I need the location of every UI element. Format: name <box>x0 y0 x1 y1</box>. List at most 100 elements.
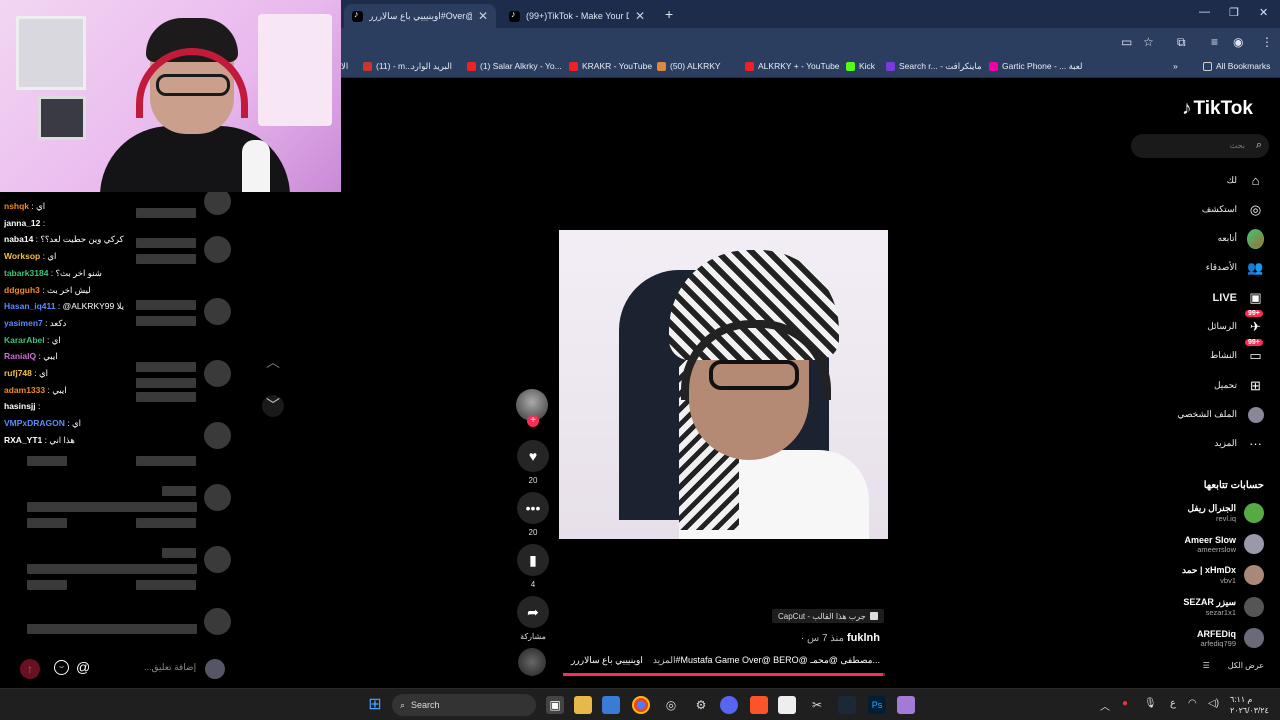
store-icon[interactable] <box>602 696 620 714</box>
app-icon[interactable] <box>778 696 796 714</box>
minimize-icon[interactable]: — <box>1199 6 1210 18</box>
search-input[interactable]: بحث ⌕ <box>1131 134 1269 158</box>
mention-button[interactable]: @ <box>76 659 90 675</box>
tab-search-icon[interactable]: ≡ <box>1211 35 1218 49</box>
close-tab-icon[interactable]: ✕ <box>635 9 645 23</box>
profile-icon[interactable]: ◉ <box>1233 35 1243 49</box>
chat-username[interactable]: rufj748 <box>4 368 32 378</box>
next-video-icon[interactable]: ﹀ <box>262 395 284 417</box>
steam-icon[interactable] <box>838 696 856 714</box>
maximize-icon[interactable]: ❐ <box>1229 6 1239 19</box>
settings-icon[interactable]: ⚙ <box>692 696 710 714</box>
sidebar-item-activity[interactable]: النشاط ▭ 99+ <box>1210 339 1264 364</box>
sidebar-item-compass[interactable]: استكشف ◎ <box>1202 201 1264 218</box>
capcut-app-icon[interactable]: ✂ <box>808 696 826 714</box>
clock[interactable]: م ٦:١١ ٢٠٢٦/٠٣/٢٤ <box>1230 694 1269 716</box>
file-explorer-icon[interactable] <box>574 696 592 714</box>
following-account[interactable]: ARFEDiq arfediq799 <box>1197 628 1264 648</box>
language-indicator[interactable]: ع <box>1170 698 1176 709</box>
chrome-icon[interactable] <box>632 696 650 714</box>
chat-username[interactable]: naba14 <box>4 234 33 244</box>
obs-icon[interactable]: ◎ <box>662 696 680 714</box>
chat-username[interactable]: KararAbel <box>4 335 45 345</box>
sidebar-item-following-avatar[interactable]: أتابعه <box>1218 228 1264 249</box>
bookmark-star-icon[interactable]: ☆ <box>1143 35 1154 49</box>
task-view-icon[interactable]: ▣ <box>546 696 564 714</box>
chat-username[interactable]: VMPxDRAGON <box>4 418 65 428</box>
windows-start-icon[interactable]: ⊞ <box>366 696 384 714</box>
following-account[interactable]: SEZAR سيزر sezar1x1 <box>1183 597 1264 617</box>
sidebar-item-live[interactable]: LIVE ▣ <box>1213 289 1264 306</box>
bookmark-item[interactable]: Kick <box>846 61 875 71</box>
tab-tiktok[interactable]: (99+)TikTok - Make Your Day ✕ <box>501 4 653 28</box>
sidebar-item-more[interactable]: المزيد ··· <box>1214 435 1264 452</box>
bookmark-item[interactable]: Search r... - ماينكرافت <box>886 61 982 72</box>
menu-icon[interactable]: ⋮ <box>1261 35 1273 49</box>
chat-username[interactable]: RaniaIQ <box>4 351 36 361</box>
bookmark-item[interactable]: Gartic Phone - ... لعبة <box>989 61 1082 72</box>
comment-input[interactable]: ...إضافة تعليق <box>144 662 196 673</box>
following-account[interactable]: الجنرال ريفل revl.iq <box>1188 503 1264 523</box>
app-icon[interactable] <box>897 696 915 714</box>
tray-chevron-icon[interactable]: ︿ <box>1100 698 1110 713</box>
extensions-icon[interactable]: ⧉ <box>1177 35 1186 50</box>
like-button[interactable]: ♥ 20 <box>517 440 549 485</box>
video-player[interactable] <box>559 230 888 539</box>
follow-plus-icon[interactable]: + <box>527 415 539 427</box>
bookmark-item[interactable]: البريد الوارد <box>411 61 452 72</box>
save-button[interactable]: ▮ 4 <box>517 544 549 589</box>
video-progress-bar[interactable] <box>563 673 885 676</box>
send-icon[interactable]: ↑ <box>20 659 40 679</box>
bookmark-item[interactable]: الا <box>341 61 348 72</box>
emoji-icon[interactable]: ⌣ <box>54 660 69 675</box>
chat-username[interactable]: hasinsjj <box>4 401 36 411</box>
bookmark-item[interactable]: (1) Salar Alkrky - Yo... <box>467 61 562 71</box>
bookmark-item[interactable]: ALKRKY + - YouTube <box>745 61 840 71</box>
cast-icon[interactable]: ▭ <box>1121 35 1132 49</box>
mic-icon[interactable]: 🎙 <box>1144 698 1157 709</box>
previous-video-icon[interactable]: ︿ <box>262 352 284 374</box>
close-tab-icon[interactable]: ✕ <box>478 9 488 23</box>
following-account[interactable]: Ameer Slow ameerrslow <box>1184 534 1264 554</box>
tiktok-logo[interactable]: ♪ TikTok <box>1182 98 1253 120</box>
volume-icon[interactable]: ◁) <box>1208 698 1219 709</box>
new-tab-icon[interactable]: + <box>665 6 673 22</box>
wifi-icon[interactable]: ◠ <box>1188 698 1197 709</box>
sidebar-item-friends[interactable]: الأصدقاء 👥 <box>1206 259 1264 276</box>
see-all-link[interactable]: ☰ عرض الكل <box>1203 661 1264 670</box>
comment-button[interactable]: ••• 20 <box>517 492 549 537</box>
bookmark-item[interactable]: KRAKR - YouTube <box>569 61 652 71</box>
search-icon[interactable]: ⌕ <box>1256 139 1262 152</box>
close-window-icon[interactable]: ✕ <box>1259 6 1268 19</box>
brave-icon[interactable] <box>750 696 768 714</box>
author-name[interactable]: fuklnh <box>847 632 880 644</box>
photoshop-icon[interactable]: Ps <box>868 696 886 714</box>
discord-icon[interactable] <box>720 696 738 714</box>
taskbar-search[interactable]: ⌕ Search <box>392 694 536 716</box>
chat-username[interactable]: RXA_YT1 <box>4 435 42 445</box>
video-author[interactable]: · منذ 7 س fuklnh <box>700 632 880 644</box>
capcut-template-link[interactable]: CapCut - جرب هذا القالب <box>772 609 884 623</box>
bookmark-item[interactable]: (11) - m... <box>363 61 412 71</box>
sidebar-item-profile[interactable]: الملف الشخصي <box>1177 406 1264 423</box>
chat-username[interactable]: Worksop <box>4 251 40 261</box>
chat-username[interactable]: ddgguh3 <box>4 285 40 295</box>
more-link[interactable]: المزيد <box>653 655 676 665</box>
bookmark-item[interactable]: (50) ALKRKY <box>657 61 721 71</box>
chat-username[interactable]: adam1333 <box>4 385 45 395</box>
tray-app-icon[interactable]: ● <box>1122 698 1128 709</box>
chat-username[interactable]: yasimen7 <box>4 318 43 328</box>
chat-username[interactable]: nshqk <box>4 201 29 211</box>
chat-username[interactable]: Hasan_iq411 <box>4 301 56 311</box>
following-account[interactable]: حمد | xHmDx vbv1 <box>1182 565 1264 585</box>
sound-disc-icon[interactable] <box>518 648 546 676</box>
sidebar-item-home[interactable]: لك ⌂ <box>1227 172 1264 189</box>
tab-active[interactable]: اوينيييي باع سالاررر#Over@ ✕ <box>344 4 496 28</box>
all-bookmarks[interactable]: All Bookmarks <box>1203 61 1270 71</box>
sidebar-item-messages[interactable]: الرسائل ✈ 99+ <box>1207 310 1264 335</box>
sidebar-item-upload[interactable]: تحميل ⊞ <box>1214 377 1264 394</box>
more-bookmarks-icon[interactable]: » <box>1173 61 1178 71</box>
chat-username[interactable]: janna_12 <box>4 218 40 228</box>
chat-username[interactable]: tabark3184 <box>4 268 48 278</box>
share-button[interactable]: ➦ مشاركة <box>517 596 549 641</box>
